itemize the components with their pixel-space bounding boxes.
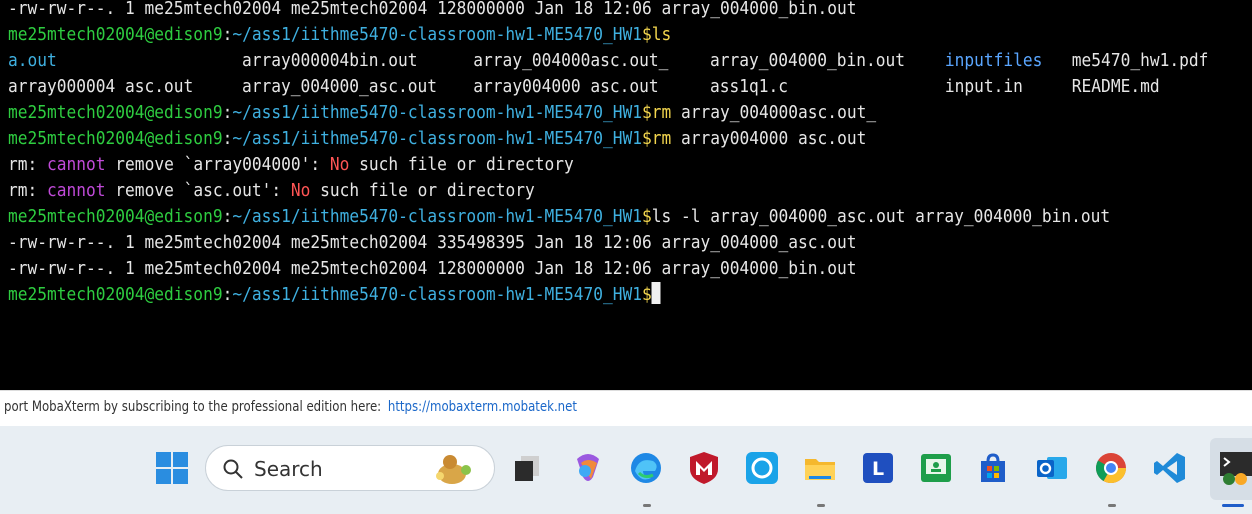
search-placeholder: Search [254,457,323,481]
ls-output-row-1: a.out array000004bin.out array_004000asc… [8,48,1250,74]
windows-start-icon[interactable] [150,446,194,490]
terminal-line-partial: -rw-rw-r--. 1 me25mtech02004 me25mtech02… [8,0,857,19]
ls-entry: array_004000_bin.out [710,50,906,71]
ls-output-row-2: array000004 asc.out array_004000_asc.out… [8,74,1250,100]
terminal-line-prompt-ls: me25mtech02004@edison9:~/ass1/iithme5470… [8,24,672,45]
terminal-line-rm-2: me25mtech02004@edison9:~/ass1/iithme5470… [8,128,867,149]
task-view-icon[interactable] [505,446,549,490]
edge-icon[interactable] [624,446,668,490]
vscode-icon[interactable] [1148,446,1192,490]
alexa-icon[interactable] [740,446,784,490]
ls-entry: a.out [8,50,57,71]
terminal-line-output-1: -rw-rw-r--. 1 me25mtech02004 me25mtech02… [8,232,857,253]
ls-entry-dir: inputfiles [944,50,1043,71]
terminal-line-error-2: rm: cannot remove `asc.out': No such fil… [8,180,535,201]
windows-taskbar: Search L [0,426,1252,514]
banner-text: port MobaXterm by subscribing to the pro… [4,399,382,415]
ls-entry: array000004 asc.out [8,76,194,97]
ls-entry: array_004000asc.out_ [473,50,669,71]
search-icon [223,459,243,479]
banner-link[interactable]: https://mobaxterm.mobatek.net [388,399,577,415]
copilot-icon[interactable] [566,446,610,490]
ls-entry: ass1q1.c [710,76,789,97]
terminal-line-ls-l: me25mtech02004@edison9:~/ass1/iithme5470… [8,206,1111,227]
chrome-running-indicator [1108,504,1116,507]
outlook-icon[interactable] [1030,446,1074,490]
classroom-icon[interactable] [914,446,958,490]
search-highlight-icon [436,455,471,484]
ls-entry: me5470_hw1.pdf [1071,50,1209,71]
explorer-running-indicator [817,504,825,507]
edge-running-indicator [643,504,651,507]
terminal-line-rm-1: me25mtech02004@edison9:~/ass1/iithme5470… [8,102,877,123]
launcher-l-icon[interactable]: L [856,446,900,490]
file-explorer-icon[interactable] [798,446,842,490]
mobaxterm-icon[interactable] [1214,446,1252,490]
ls-entry: input.in [944,76,1023,97]
taskbar-search-box[interactable]: Search [205,445,495,491]
mobaxterm-banner: port MobaXterm by subscribing to the pro… [0,390,1252,427]
terminal-window[interactable]: -rw-rw-r--. 1 me25mtech02004 me25mtech02… [0,0,1252,390]
terminal-line-current-prompt[interactable]: me25mtech02004@edison9:~/ass1/iithme5470… [8,282,661,308]
ls-entry: array000004bin.out [242,50,418,71]
ls-entry: array_004000_asc.out [242,76,438,97]
mcafee-icon[interactable] [682,446,726,490]
terminal-line-output-2: -rw-rw-r--. 1 me25mtech02004 me25mtech02… [8,258,857,279]
svg-text:L: L [872,458,884,480]
chrome-icon[interactable] [1089,446,1133,490]
terminal-line-error-1: rm: cannot remove `array004000': No such… [8,154,574,175]
ls-entry: README.md [1071,76,1160,97]
active-app-indicator [1222,504,1244,507]
ls-entry: array004000 asc.out [473,76,659,97]
microsoft-store-icon[interactable] [971,446,1015,490]
terminal-cursor [651,282,661,304]
